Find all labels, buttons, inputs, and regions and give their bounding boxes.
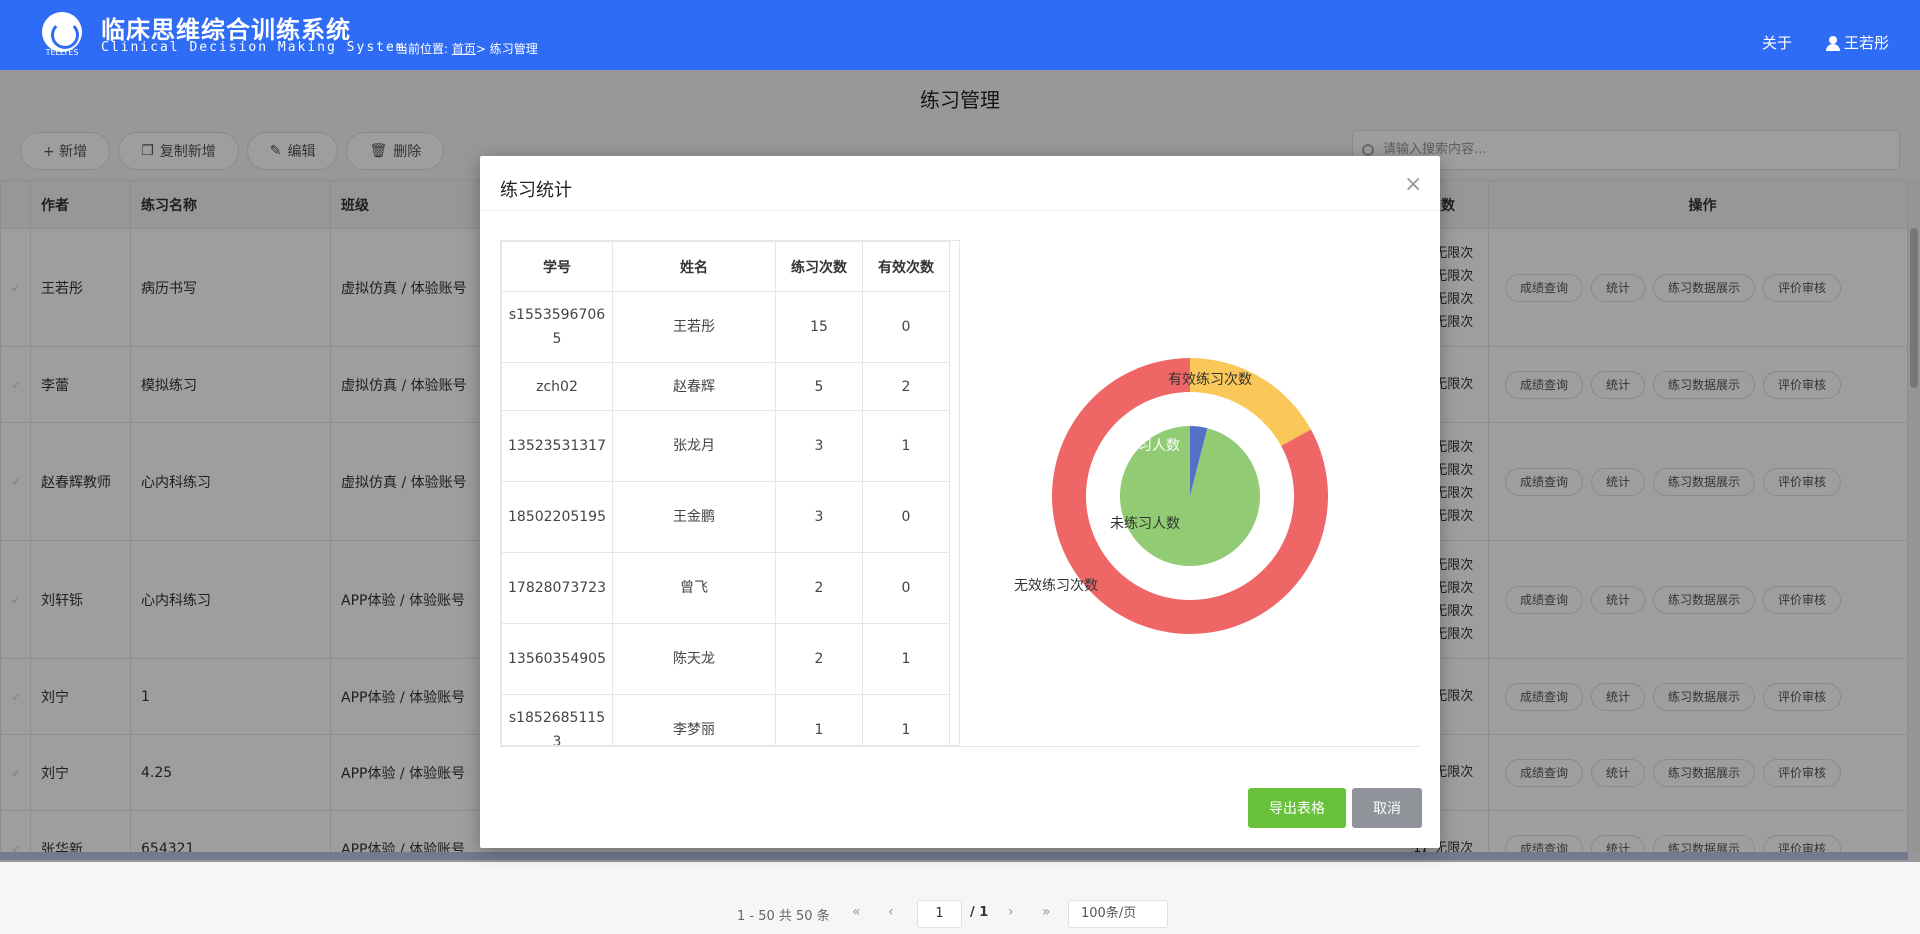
stat-row: 13523531317 张龙月 3 1 — [501, 410, 950, 482]
stat-col-valid: 有效次数 — [862, 241, 950, 292]
practice-pie-chart: 有效练习次数无效练习次数 已练习人数未练习人数 — [1014, 358, 1328, 634]
prev-page-icon[interactable]: ‹ — [888, 904, 894, 920]
stat-cell-valid: 1 — [862, 410, 950, 482]
breadcrumb: 当前位置: 首页> 练习管理 — [396, 40, 538, 57]
outer-label-valid: 有效练习次数 — [1168, 372, 1252, 388]
close-icon[interactable]: × — [1404, 172, 1422, 197]
stat-cell-valid: 0 — [862, 552, 950, 624]
stat-row: 17828073723 曾飞 2 0 — [501, 552, 950, 624]
stat-cell-name: 李梦丽 — [612, 694, 776, 745]
page-size-select[interactable]: 100条/页 — [1068, 900, 1168, 928]
stat-cell-name: 王金鹏 — [612, 481, 776, 553]
app-subtitle: Clinical Decision Making System — [101, 40, 406, 55]
stat-cell-count: 3 — [775, 481, 863, 553]
stat-cell-valid: 1 — [862, 623, 950, 695]
cancel-button[interactable]: 取消 — [1352, 788, 1422, 828]
stats-table: 学号 姓名 练习次数 有效次数 s15535967065 王若彤 15 0 zch02 赵… — [500, 240, 960, 746]
top-bar: TELLYES 临床思维综合训练系统 Clinical Decision Mak… — [0, 0, 1920, 70]
stat-cell-id: zch02 — [501, 362, 613, 411]
inner-label-practiced: 已练习人数 — [1110, 438, 1180, 454]
stat-cell-count: 2 — [775, 623, 863, 695]
logo: TELLYES — [40, 12, 84, 58]
logo-icon — [42, 12, 82, 52]
stat-col-count: 练习次数 — [775, 241, 863, 292]
stat-cell-id: 13523531317 — [501, 410, 613, 482]
stat-row: zch02 赵春辉 5 2 — [501, 362, 950, 411]
stat-row: 13560354905 陈天龙 2 1 — [501, 623, 950, 695]
stat-cell-valid: 0 — [862, 291, 950, 363]
stat-cell-valid: 1 — [862, 694, 950, 745]
logo-text: TELLYES — [45, 48, 79, 57]
stat-cell-count: 15 — [775, 291, 863, 363]
modal-title: 练习统计 — [500, 180, 572, 201]
stat-cell-id: 18502205195 — [501, 481, 613, 553]
inner-label-unpracticed: 未练习人数 — [1110, 516, 1180, 532]
last-page-icon[interactable]: » — [1042, 904, 1051, 920]
pagination-info: 1 - 50 共 50 条 — [737, 909, 830, 924]
modal-divider — [480, 210, 1440, 211]
stat-col-name: 姓名 — [612, 241, 776, 292]
stat-cell-count: 2 — [775, 552, 863, 624]
outer-label-invalid: 无效练习次数 — [1014, 578, 1098, 594]
stat-row: 18502205195 王金鹏 3 0 — [501, 481, 950, 553]
page-number-input[interactable]: 1 — [917, 900, 962, 928]
page-total: / 1 — [970, 905, 989, 920]
stat-cell-name: 张龙月 — [612, 410, 776, 482]
stat-col-id: 学号 — [501, 241, 613, 292]
user-name: 王若彤 — [1844, 34, 1890, 52]
modal-content-divider — [500, 746, 1420, 747]
pagination: 1 - 50 共 50 条 « ‹ 1 / 1 › » 100条/页 — [0, 900, 1920, 928]
breadcrumb-prefix: 当前位置: — [396, 42, 449, 56]
next-page-icon[interactable]: › — [1008, 904, 1014, 920]
breadcrumb-home-link[interactable]: 首页 — [452, 42, 476, 56]
stat-cell-count: 3 — [775, 410, 863, 482]
stat-cell-name: 王若彤 — [612, 291, 776, 363]
stat-row: s18526851153 李梦丽 1 1 — [501, 694, 950, 745]
export-table-button[interactable]: 导出表格 — [1248, 788, 1346, 828]
stat-cell-name: 赵春辉 — [612, 362, 776, 411]
breadcrumb-current: > 练习管理 — [475, 42, 538, 56]
stat-cell-count: 1 — [775, 694, 863, 745]
user-menu[interactable]: 王若彤 — [1826, 32, 1889, 53]
stat-cell-valid: 0 — [862, 481, 950, 553]
stat-cell-id: s18526851153 — [501, 694, 613, 745]
stat-row: s15535967065 王若彤 15 0 — [501, 291, 950, 363]
stat-cell-count: 5 — [775, 362, 863, 411]
stat-cell-id: 17828073723 — [501, 552, 613, 624]
about-link[interactable]: 关于 — [1762, 32, 1792, 53]
stats-modal: 练习统计 × 学号 姓名 练习次数 有效次数 s15535967065 王若彤 15… — [480, 156, 1440, 848]
stat-cell-name: 曾飞 — [612, 552, 776, 624]
first-page-icon[interactable]: « — [852, 904, 861, 920]
stat-cell-name: 陈天龙 — [612, 623, 776, 695]
stat-cell-id: 13560354905 — [501, 623, 613, 695]
stat-cell-id: s15535967065 — [501, 291, 613, 363]
user-icon — [1826, 35, 1840, 51]
stat-cell-valid: 2 — [862, 362, 950, 411]
